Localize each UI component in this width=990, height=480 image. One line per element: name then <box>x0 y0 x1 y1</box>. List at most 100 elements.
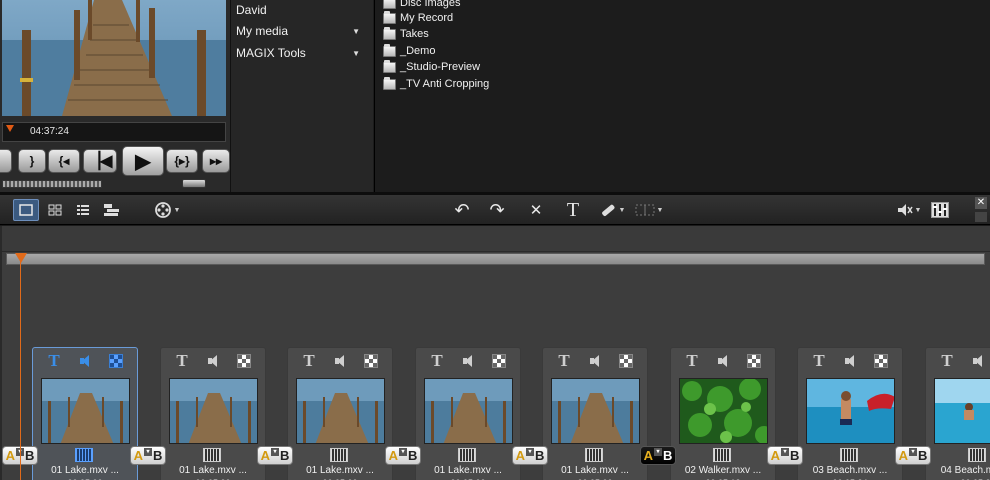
clip-name: 01 Lake.mxv ... <box>51 465 119 476</box>
audio-icon[interactable] <box>968 352 988 370</box>
nav-item-david[interactable]: David <box>236 1 366 19</box>
delete-button[interactable]: ✕ <box>526 199 546 221</box>
shuttle-slider-row <box>0 178 230 190</box>
chevron-down-icon[interactable]: ▼ <box>352 27 360 36</box>
transition-menu-icon: ▾ <box>399 447 407 456</box>
mixer-button[interactable] <box>930 199 950 221</box>
film-icon <box>458 448 476 462</box>
timeline-mode-button[interactable] <box>100 199 124 221</box>
video-preview[interactable] <box>2 0 226 116</box>
go-to-start-button[interactable]: ▕◀ <box>83 149 117 173</box>
storyboard-mode-button[interactable] <box>13 199 39 221</box>
cut-menu-button[interactable]: ▼ <box>596 199 628 221</box>
clip-thumbnail[interactable] <box>551 378 640 444</box>
audio-icon[interactable] <box>458 352 478 370</box>
transition-button[interactable]: A▾B <box>512 446 548 465</box>
film-icon <box>840 448 858 462</box>
scroll-up-button[interactable] <box>975 212 987 222</box>
transition-button[interactable]: A▾B <box>895 446 931 465</box>
chevron-down-icon[interactable]: ▼ <box>352 49 360 58</box>
storyboard-clip[interactable]: T01 Lake.mxv ...00:05:00 <box>32 347 138 480</box>
title-icon[interactable]: T <box>44 351 64 370</box>
time-ruler[interactable] <box>6 253 985 265</box>
transition-button[interactable]: A▾B <box>385 446 421 465</box>
folder-label: _Studio-Preview <box>400 61 481 73</box>
title-icon[interactable]: T <box>427 351 447 370</box>
folder-item[interactable]: Takes <box>383 26 429 42</box>
go-to-in-button[interactable]: {◂ <box>48 149 80 173</box>
scene-overview-button[interactable] <box>44 199 66 221</box>
audio-icon[interactable] <box>585 352 605 370</box>
clip-thumbnail[interactable] <box>934 378 990 444</box>
clip-name: 01 Lake.mxv ... <box>179 465 247 476</box>
clip-thumbnail[interactable] <box>296 378 385 444</box>
storyboard-clip[interactable]: T04 Beach.mxv ...00:05:24 <box>925 347 990 480</box>
transition-a-label: A <box>388 448 398 463</box>
transition-button[interactable]: A▾B <box>640 446 676 465</box>
effects-icon[interactable] <box>489 352 509 370</box>
folder-item[interactable]: _Studio-Preview <box>383 59 480 75</box>
folder-item[interactable]: _Demo <box>383 43 435 59</box>
transition-button[interactable]: A▾B <box>257 446 293 465</box>
transition-a-label: A <box>898 448 908 463</box>
title-icon[interactable]: T <box>937 351 957 370</box>
storyboard-clip[interactable]: T01 Lake.mxv ...00:05:00 <box>542 347 648 480</box>
transition-button[interactable]: A▾B <box>130 446 166 465</box>
audio-icon[interactable] <box>840 352 860 370</box>
effects-icon[interactable] <box>361 352 381 370</box>
play-button[interactable]: ▶ <box>122 146 164 176</box>
title-icon[interactable]: T <box>809 351 829 370</box>
nav-item-my-media[interactable]: My media ▼ <box>236 22 366 40</box>
transition-button[interactable]: A▾B <box>767 446 803 465</box>
folder-item[interactable]: _TV Anti Cropping <box>383 76 489 92</box>
audio-icon[interactable] <box>713 352 733 370</box>
undo-button[interactable]: ↶ <box>452 199 472 221</box>
position-bar[interactable]: 04:37:24 <box>2 122 226 142</box>
play-range-button[interactable]: {▸} <box>166 149 198 173</box>
effects-icon[interactable] <box>616 352 636 370</box>
next-marker-button[interactable]: ▸▸ <box>202 149 230 173</box>
volume-slider-thumb[interactable] <box>182 179 206 188</box>
list-view-button[interactable] <box>72 199 94 221</box>
storyboard-clip[interactable]: T02 Walker.mxv ...00:05:13 <box>670 347 776 480</box>
clip-thumbnail[interactable] <box>169 378 258 444</box>
title-icon[interactable]: T <box>554 351 574 370</box>
redo-button[interactable]: ↷ <box>487 199 507 221</box>
audio-icon[interactable] <box>203 352 223 370</box>
title-icon[interactable]: T <box>299 351 319 370</box>
prev-frame-button[interactable] <box>0 149 12 173</box>
audio-icon[interactable] <box>330 352 350 370</box>
title-icon[interactable]: T <box>172 351 192 370</box>
shuttle-slider[interactable] <box>2 180 102 188</box>
effects-icon[interactable] <box>871 352 891 370</box>
effects-menu-button[interactable]: ▼ <box>150 199 184 221</box>
title-button[interactable]: T <box>562 199 584 221</box>
playhead-marker[interactable] <box>15 253 27 263</box>
folder-item[interactable]: My Record <box>383 10 453 26</box>
clip-toolbar: T <box>926 350 990 372</box>
split-menu-button[interactable]: ▼ <box>633 199 665 221</box>
timecode-display: 04:37:24 <box>30 126 69 137</box>
effects-icon[interactable] <box>106 352 126 370</box>
effects-icon[interactable] <box>744 352 764 370</box>
film-icon <box>203 448 221 462</box>
clip-thumbnail[interactable] <box>41 378 130 444</box>
transport-controls: } {◂ ▕◀ ▶ {▸} ▸▸ <box>0 146 230 176</box>
mute-menu-button[interactable]: ▼ <box>893 199 925 221</box>
position-marker[interactable] <box>6 125 14 132</box>
title-icon[interactable]: T <box>682 351 702 370</box>
effects-icon[interactable] <box>234 352 254 370</box>
storyboard-clip[interactable]: T01 Lake.mxv ...00:05:00 <box>160 347 266 480</box>
storyboard-clip[interactable]: T01 Lake.mxv ...00:05:00 <box>415 347 521 480</box>
clip-thumbnail[interactable] <box>806 378 895 444</box>
film-icon <box>585 448 603 462</box>
clip-thumbnail[interactable] <box>424 378 513 444</box>
storyboard-clip[interactable]: T01 Lake.mxv ...00:05:00 <box>287 347 393 480</box>
nav-item-magix-tools[interactable]: MAGIX Tools ▼ <box>236 44 366 62</box>
clip-thumbnail[interactable] <box>679 378 768 444</box>
storyboard-clip[interactable]: T03 Beach.mxv ...00:05:24 <box>797 347 903 480</box>
close-icon[interactable]: ✕ <box>975 197 987 209</box>
audio-icon[interactable] <box>75 352 95 370</box>
mark-out-button[interactable]: } <box>18 149 46 173</box>
storyboard-area: T01 Lake.mxv ...00:05:00A▾BT01 Lake.mxv … <box>0 226 990 480</box>
